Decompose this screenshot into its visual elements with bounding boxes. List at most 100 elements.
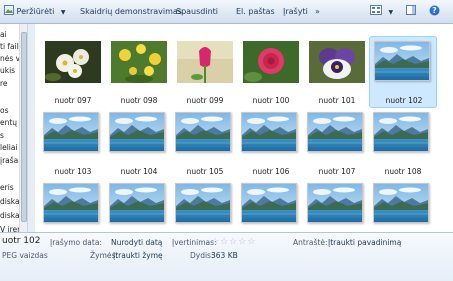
- size-label: Dydis:: [190, 251, 214, 260]
- help-button[interactable]: ?: [429, 0, 440, 23]
- chevron-down-icon[interactable]: ▼: [389, 9, 394, 16]
- thumbnail: [45, 41, 101, 83]
- file-item[interactable]: nuotr 107: [303, 108, 371, 180]
- thumbnail: [109, 183, 165, 223]
- thumbnail: [241, 183, 297, 223]
- star-icon[interactable]: ☆: [220, 237, 228, 247]
- nav-item[interactable]: nės v: [0, 53, 20, 65]
- landscape-photo-icon: [44, 184, 98, 222]
- landscape-photo-icon: [110, 113, 164, 151]
- print-button[interactable]: Spausdinti: [176, 0, 218, 23]
- file-item[interactable]: nuotr 106: [237, 108, 305, 180]
- file-item[interactable]: nuotr 100: [237, 37, 305, 109]
- file-item[interactable]: nuotr 102: [369, 36, 437, 108]
- email-button[interactable]: El. paštas: [236, 0, 275, 23]
- landscape-photo-icon: [374, 184, 428, 222]
- nav-item[interactable]: diska: [0, 196, 20, 208]
- photo-icon: [177, 41, 233, 83]
- file-name: nuotr 102: [385, 96, 423, 105]
- file-list: nuotr 097 nuotr 098 nuotr 099 nuotr 100 nuot…: [35, 24, 453, 247]
- photo-icon: [243, 41, 299, 83]
- thumbnail: [373, 112, 429, 152]
- preview-button[interactable]: Peržiūrėti ▼: [4, 0, 66, 23]
- thumbnail: [109, 112, 165, 152]
- file-name: nuotr 107: [318, 167, 356, 176]
- file-item[interactable]: nuotr 105: [171, 108, 239, 180]
- file-name: nuotr 101: [318, 96, 356, 105]
- landscape-photo-icon: [375, 42, 429, 80]
- date-field[interactable]: Nurodyti datą: [111, 238, 162, 247]
- star-icon[interactable]: ☆: [211, 237, 219, 247]
- file-item[interactable]: nuotr 099: [171, 37, 239, 109]
- file-item[interactable]: nuotr 097: [39, 37, 107, 109]
- selected-filetype: PEG vaizdas: [2, 251, 48, 260]
- burn-button[interactable]: Įrašyti: [283, 0, 308, 23]
- file-item[interactable]: nuotr 103: [39, 108, 107, 180]
- file-name: nuotr 097: [54, 96, 92, 105]
- svg-text:?: ?: [432, 6, 437, 15]
- nav-item[interactable]: diska: [0, 210, 20, 222]
- nav-item[interactable]: entų: [0, 117, 17, 129]
- size-value: 363 KB: [211, 251, 238, 260]
- more-button[interactable]: »: [315, 0, 320, 23]
- landscape-photo-icon: [374, 113, 428, 151]
- file-item[interactable]: nuotr 101: [303, 37, 371, 109]
- thumbnail: [43, 112, 99, 152]
- landscape-photo-icon: [308, 113, 362, 151]
- date-label: Įrašymo data:: [50, 238, 102, 247]
- file-name: nuotr 098: [120, 96, 158, 105]
- nav-item[interactable]: ai: [0, 29, 7, 41]
- command-bar: Peržiūrėti ▼ Skaidrių demonstravimas Spa…: [0, 0, 453, 24]
- thumbnail: [307, 112, 363, 152]
- thumbnail: [243, 41, 299, 83]
- star-icon[interactable]: ☆: [229, 237, 237, 247]
- landscape-photo-icon: [176, 184, 230, 222]
- selected-filename: uotr 102: [2, 236, 41, 246]
- landscape-photo-icon: [242, 184, 296, 222]
- preview-pane-icon: [406, 5, 416, 15]
- nav-item[interactable]: eris: [0, 182, 14, 194]
- preview-pane-button[interactable]: [406, 0, 416, 23]
- tags-field[interactable]: Įtraukti žymę: [113, 251, 163, 260]
- more-label: »: [315, 7, 320, 16]
- thumbnail: [175, 183, 231, 223]
- nav-item[interactable]: s: [0, 130, 4, 142]
- photo-icon: [111, 41, 167, 83]
- file-name: nuotr 100: [252, 96, 290, 105]
- nav-item[interactable]: os: [0, 105, 9, 117]
- thumbnail: [43, 183, 99, 223]
- navigation-scrollbar[interactable]: [19, 24, 27, 232]
- views-button[interactable]: ▼: [370, 0, 393, 23]
- nav-item[interactable]: įrašai: [0, 155, 20, 167]
- file-name: nuotr 106: [252, 167, 290, 176]
- file-name: nuotr 103: [54, 167, 92, 176]
- nav-item[interactable]: ukis: [0, 65, 15, 77]
- nav-item[interactable]: re: [0, 78, 8, 90]
- file-name: nuotr 105: [186, 167, 224, 176]
- details-pane: uotr 102 PEG vaizdas Įrašymo data: Nurod…: [0, 232, 453, 281]
- thumbnail: [309, 41, 365, 83]
- file-name: nuotr 104: [120, 167, 158, 176]
- landscape-photo-icon: [44, 113, 98, 151]
- thumbnail: [241, 112, 297, 152]
- image-icon: [4, 5, 14, 15]
- nav-item[interactable]: leliai: [0, 142, 18, 154]
- file-item[interactable]: nuotr 104: [105, 108, 173, 180]
- pane-splitter[interactable]: [27, 24, 35, 232]
- landscape-photo-icon: [242, 113, 296, 151]
- thumbnail: [374, 41, 430, 81]
- views-icon: [370, 5, 382, 15]
- file-item[interactable]: nuotr 108: [369, 108, 437, 180]
- slideshow-button[interactable]: Skaidrių demonstravimas: [80, 0, 182, 23]
- help-icon: ?: [429, 5, 440, 16]
- chevron-down-icon[interactable]: ▼: [61, 9, 66, 16]
- title-field[interactable]: Įtraukti pavadinimą: [328, 238, 401, 247]
- star-icon[interactable]: ☆: [238, 237, 246, 247]
- thumbnail: [111, 41, 167, 83]
- rating-stars[interactable]: ☆☆☆☆☆: [211, 237, 256, 247]
- file-name: nuotr 108: [384, 167, 422, 176]
- nav-item[interactable]: ti fail: [0, 41, 19, 53]
- star-icon[interactable]: ☆: [247, 237, 255, 247]
- file-item[interactable]: nuotr 098: [105, 37, 173, 109]
- thumbnail: [175, 112, 231, 152]
